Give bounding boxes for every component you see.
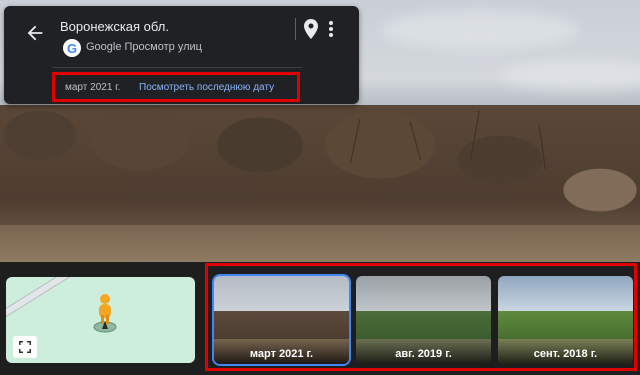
- thumb-label: сент. 2018 г.: [498, 338, 633, 364]
- separator: [52, 67, 302, 68]
- timeline-thumb-1[interactable]: март 2021 г.: [214, 276, 349, 364]
- location-info-card: Воронежская обл. G Google Просмотр улиц …: [4, 6, 359, 104]
- google-g-icon: G: [63, 39, 81, 57]
- date-row-highlight: март 2021 г. Посмотреть последнюю дату: [52, 72, 300, 102]
- cloud: [500, 60, 640, 90]
- more-vert-icon[interactable]: [326, 19, 336, 39]
- provider-label: Google Просмотр улиц: [86, 41, 202, 53]
- place-title: Воронежская обл.: [60, 19, 169, 34]
- timeline-thumb-2[interactable]: авг. 2019 г.: [356, 276, 491, 364]
- timeline-thumb-3[interactable]: сент. 2018 г.: [498, 276, 633, 364]
- minimap[interactable]: [6, 277, 195, 363]
- thumb-label: авг. 2019 г.: [356, 338, 491, 364]
- pegman-icon[interactable]: [92, 293, 118, 333]
- back-arrow-icon[interactable]: [24, 22, 46, 44]
- current-date: март 2021 г.: [65, 82, 121, 93]
- divider: [295, 18, 296, 40]
- map-pin-icon[interactable]: [304, 19, 318, 39]
- thumb-sky: [214, 276, 349, 316]
- thumb-sky: [498, 276, 633, 316]
- cloud: [380, 10, 580, 50]
- thumb-label: март 2021 г.: [214, 338, 349, 364]
- ground: [0, 225, 640, 262]
- fullscreen-icon[interactable]: [13, 336, 37, 358]
- latest-date-link[interactable]: Посмотреть последнюю дату: [139, 82, 274, 93]
- thumb-sky: [356, 276, 491, 316]
